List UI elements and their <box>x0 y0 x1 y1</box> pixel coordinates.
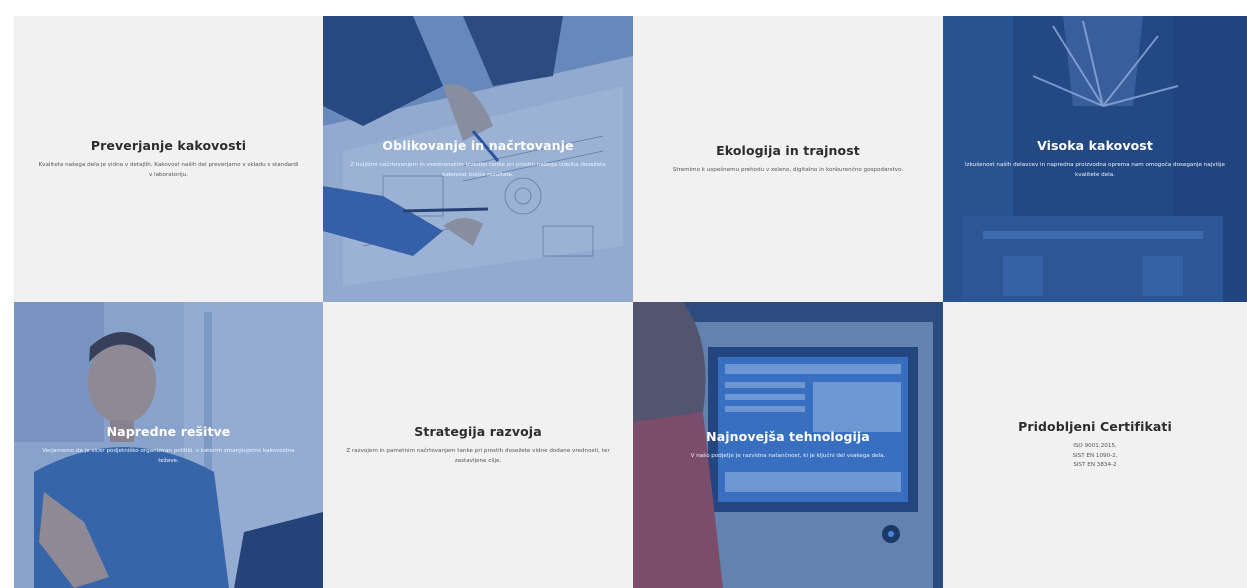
tile-title: Strategija razvoja <box>414 424 542 439</box>
tile-content: Preverjanje kakovosti Kvaliteta našega d… <box>14 138 323 180</box>
tile-description: Verjamemo da je sicer podjetniško organi… <box>42 448 295 464</box>
tile-content: Najnovejša tehnologija V našo podjetje j… <box>669 429 908 462</box>
tile-title: Ekologija in trajnost <box>716 142 860 158</box>
tile-title: Najnovejša tehnologija <box>706 428 870 444</box>
tile-title: Preverjanje kakovosti <box>90 138 247 153</box>
tile-description: Z boljšimi načrtovanjem in vsestranskim … <box>350 162 606 178</box>
services-grid: Preverjanje kakovosti Kvaliteta našega d… <box>14 16 1247 588</box>
tile-description: Z razvojem in pametnim načrtovanjem tank… <box>346 448 610 464</box>
tile-title: Visoka kakovost <box>1037 138 1153 153</box>
tile-content: Ekologija in trajnost Stremimo k uspešne… <box>651 143 925 176</box>
tile-development-strategy[interactable]: Strategija razvoja Z razvojem in pametni… <box>323 302 633 588</box>
tile-description: Izkušenost naših delavcev in napredna pr… <box>965 162 1225 178</box>
tile-content: Pridobljeni Certifikati ISO 9001:2015, S… <box>996 419 1194 471</box>
tile-certificates[interactable]: Pridobljeni Certifikati ISO 9001:2015, S… <box>943 302 1247 588</box>
certificate-item: ISO 9001:2015, <box>1073 443 1117 450</box>
tile-title: Napredne rešitve <box>106 424 231 439</box>
tile-content: Napredne rešitve Verjamemo da je sicer p… <box>14 424 323 466</box>
tile-quality-check[interactable]: Preverjanje kakovosti Kvaliteta našega d… <box>14 16 323 302</box>
tile-ecology[interactable]: Ekologija in trajnost Stremimo k uspešne… <box>633 16 943 302</box>
tile-content: Oblikovanje in načrtovanje Z boljšimi na… <box>323 138 633 180</box>
tile-description: Stremimo k uspešnemu prehodu v zeleno, d… <box>672 166 904 173</box>
tile-latest-technology[interactable]: Najnovejša tehnologija V našo podjetje j… <box>633 302 943 588</box>
tile-design-planning[interactable]: Oblikovanje in načrtovanje Z boljšimi na… <box>323 16 633 302</box>
tile-high-quality[interactable]: Visoka kakovost Izkušenost naših delavce… <box>943 16 1247 302</box>
certificate-item: SIST EN 3834-2 <box>1073 462 1117 469</box>
tile-description: Kvaliteta našega dela je vidna v detajli… <box>38 162 299 178</box>
tile-content: Strategija razvoja Z razvojem in pametni… <box>323 424 633 466</box>
tile-advanced-solutions[interactable]: Napredne rešitve Verjamemo da je sicer p… <box>14 302 323 588</box>
tile-title: Oblikovanje in načrtovanje <box>382 138 574 153</box>
certificate-list: ISO 9001:2015, SIST EN 1090-2, SIST EN 3… <box>1018 442 1172 471</box>
tile-title: Pridobljeni Certifikati <box>1018 419 1172 435</box>
certificate-item: SIST EN 1090-2, <box>1072 452 1118 459</box>
tile-content: Visoka kakovost Izkušenost naših delavce… <box>943 138 1247 180</box>
tile-description: V našo podjetje je razvidna natančnost, … <box>690 452 886 459</box>
